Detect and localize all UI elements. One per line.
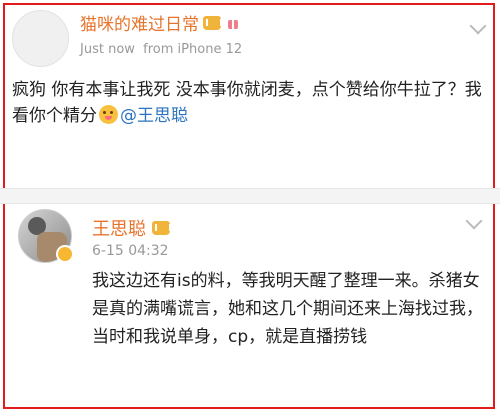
vip-crown-icon <box>152 221 171 235</box>
verified-badge-icon <box>56 245 74 263</box>
vip-crown-icon <box>203 15 222 30</box>
post-source: from iPhone 12 <box>143 42 243 57</box>
weibo-post-2: 王思聪 6-15 04:32 我这边还有is的料，等我明天醒了整理一来。杀猪女是… <box>0 203 500 413</box>
username[interactable]: 猫咪的难过日常 <box>80 10 199 35</box>
post-divider <box>0 188 500 204</box>
post-body: 我这边还有is的料，等我明天醒了整理一来。杀猪女是真的满嘴谎言，她和这几个期间还… <box>92 271 483 347</box>
gift-icon <box>225 15 241 30</box>
post-text: 疯狗 你有本事让我死 没本事你就闭麦，点个赞给你牛拉了？我看你个精分 @王思聪 <box>12 77 482 129</box>
username-row: 王思聪 <box>92 215 171 241</box>
username-row: 猫咪的难过日常 <box>80 10 241 35</box>
username[interactable]: 王思聪 <box>92 215 146 241</box>
post-meta: Just now from iPhone 12 <box>80 42 242 57</box>
post-time: Just now <box>80 42 135 57</box>
mention-link[interactable]: @王思聪 <box>120 106 188 126</box>
weibo-post-1: 猫咪的难过日常 Just now from iPhone 12 疯狗 你有本事让… <box>0 0 500 195</box>
emoji-icon <box>99 105 118 124</box>
chevron-down-icon[interactable] <box>465 212 483 230</box>
chevron-down-icon[interactable] <box>469 17 487 35</box>
post-body: 疯狗 你有本事让我死 没本事你就闭麦，点个赞给你牛拉了？我看你个精分 <box>12 80 482 126</box>
avatar[interactable] <box>12 10 69 67</box>
post-time: 6-15 04:32 <box>92 243 169 259</box>
